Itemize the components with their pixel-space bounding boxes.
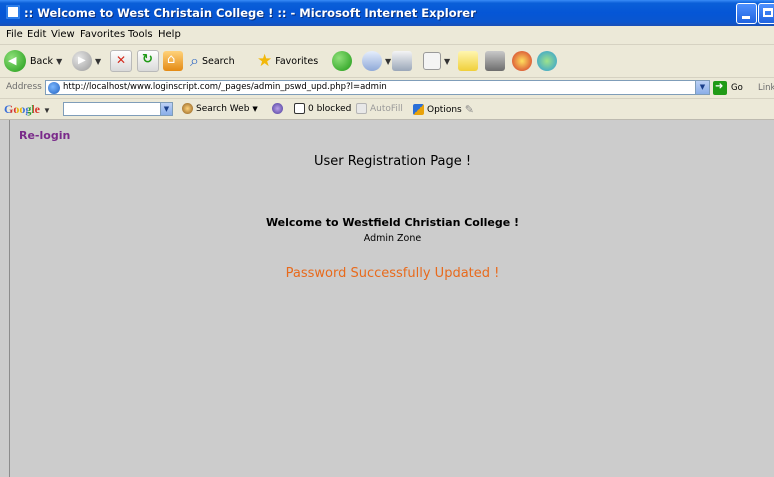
highlight-pen-icon[interactable]: ✎ [465,103,474,116]
ie-window: :: Welcome to West Christain College ! :… [0,0,774,477]
menu-help[interactable]: Help [158,29,181,40]
forward-dropdown-icon[interactable]: ▼ [95,57,101,66]
google-toolbar: Google ▼ ▼ Search Web ▼ 0 blocked AutoFi… [0,99,774,120]
go-button[interactable]: Go [731,83,743,93]
msn-buddy-icon [537,51,557,71]
back-label: Back [30,55,54,67]
edit-dropdown-icon[interactable]: ▼ [444,57,450,66]
forward-button[interactable]: ▼ [72,49,101,73]
favorites-star-icon: ★ [257,51,273,71]
options-label: Options [427,104,462,115]
go-arrow-icon[interactable] [713,81,727,95]
popup-blocked-count: 0 blocked [308,103,352,114]
standard-toolbar: Back ▼ ▼ ✕ ↻ ⌂ ⌕ Search ★ Favorites ▼ [0,45,774,78]
stop-button[interactable]: ✕ [110,49,132,73]
stop-icon: ✕ [110,50,132,72]
search-button[interactable]: ⌕ Search [190,49,235,73]
history-button[interactable] [332,49,352,73]
search-web-dropdown-icon: ▼ [252,104,258,113]
google-menu-dropdown-icon: ▼ [43,106,51,115]
autofill-label: AutoFill [370,103,403,114]
printer-icon [392,51,412,71]
google-search-dropdown-icon[interactable]: ▼ [160,103,172,115]
page-favicon-icon [48,82,60,94]
menu-favorites[interactable]: Favorites [80,29,125,40]
msn-button[interactable] [537,49,557,73]
search-web-button[interactable]: Search Web ▼ [182,103,258,114]
address-label: Address [6,82,42,92]
address-url[interactable]: http://localhost/www.loginscript.com/_pa… [63,82,387,92]
links-button[interactable]: Link [758,83,774,93]
favorites-button[interactable]: ★ Favorites [257,49,318,73]
research-icon [485,51,505,71]
messenger-button[interactable] [512,49,532,73]
page-info-button[interactable] [272,103,283,114]
success-message: Password Successfully Updated ! [285,266,500,281]
history-icon [332,51,352,71]
mail-button[interactable]: ▼ [362,49,391,73]
home-button[interactable]: ⌂ [163,49,183,73]
edit-button[interactable]: ▼ [423,49,450,73]
address-bar: Address http://localhost/www.loginscript… [0,78,774,99]
menu-view[interactable]: View [51,29,75,40]
forward-arrow-icon [72,51,92,71]
menu-file[interactable]: File [6,29,23,40]
minimize-button[interactable] [736,3,757,24]
refresh-icon: ↻ [137,50,159,72]
page-title: User Registration Page ! [313,154,472,169]
word-edit-icon [423,52,441,70]
binoculars-icon [182,103,193,114]
print-button[interactable] [392,49,412,73]
page-info-icon [272,103,283,114]
ie-app-icon[interactable] [6,5,20,19]
admin-zone-label: Admin Zone [363,233,422,244]
options-icon [413,104,424,115]
options-button[interactable]: Options ✎ [413,103,474,116]
page-content: Re-login User Registration Page ! Welcom… [9,120,774,477]
back-dropdown-icon[interactable]: ▼ [56,57,62,66]
mail-dropdown-icon[interactable]: ▼ [385,57,391,66]
menu-edit[interactable]: Edit [27,29,46,40]
back-button[interactable]: Back ▼ [4,49,62,73]
menu-bar: File Edit View Favorites Tools Help [0,26,774,45]
popup-blocker-icon [294,103,305,114]
google-logo-text: Google [4,102,40,116]
messenger-icon [512,51,532,71]
discuss-button[interactable] [458,49,478,73]
notes-icon [458,51,478,71]
welcome-heading: Welcome to Westfield Christian College ! [265,216,520,229]
search-label: Search [201,55,235,67]
menu-tools[interactable]: Tools [128,29,153,40]
research-button[interactable] [485,49,505,73]
popup-blocker-button[interactable]: 0 blocked [294,103,351,114]
google-logo[interactable]: Google ▼ [4,102,51,117]
title-bar: :: Welcome to West Christain College ! :… [0,0,774,26]
window-title: :: Welcome to West Christain College ! :… [24,6,476,20]
back-arrow-icon [4,50,26,72]
address-dropdown-icon[interactable]: ▼ [695,81,709,94]
search-web-label: Search Web [196,103,250,114]
address-input[interactable]: http://localhost/www.loginscript.com/_pa… [45,80,710,95]
home-icon: ⌂ [163,51,183,71]
mail-icon [362,51,382,71]
search-icon: ⌕ [190,51,199,70]
maximize-button[interactable] [758,3,774,24]
autofill-icon [356,103,367,114]
google-search-input[interactable]: ▼ [63,102,173,116]
autofill-button[interactable]: AutoFill [356,103,403,114]
relogin-link[interactable]: Re-login [19,129,70,142]
refresh-button[interactable]: ↻ [137,49,159,73]
favorites-label: Favorites [275,55,319,67]
